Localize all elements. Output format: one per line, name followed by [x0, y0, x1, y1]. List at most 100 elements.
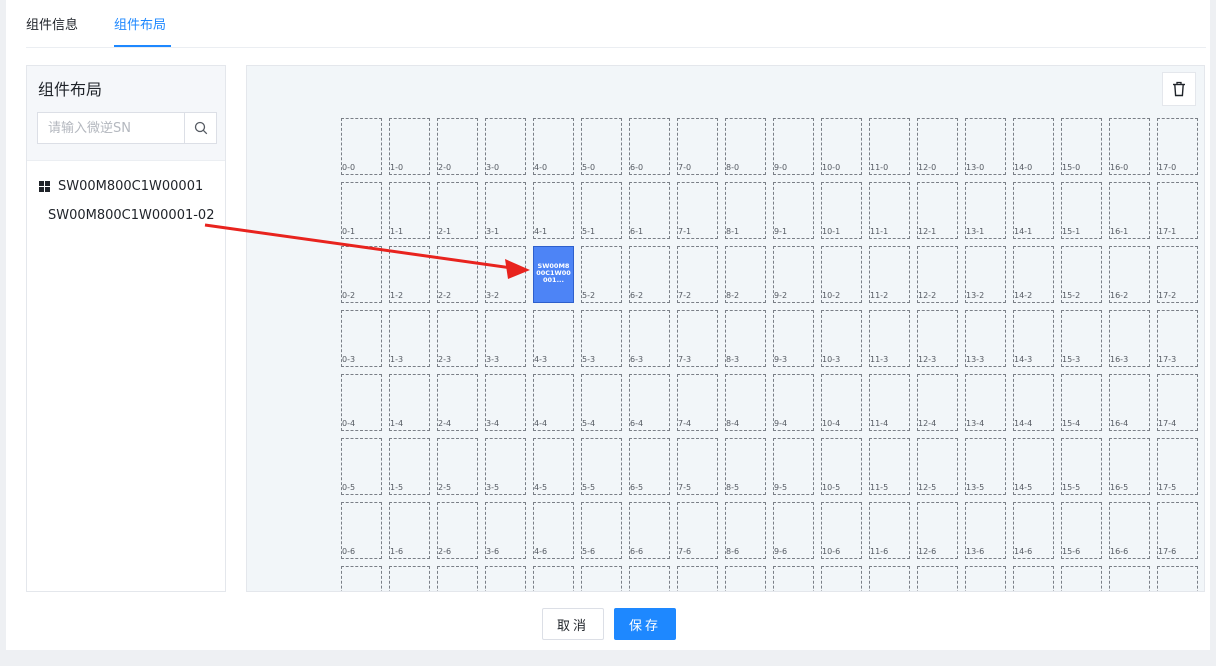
grid-slot[interactable]: 4-5	[533, 438, 574, 495]
grid-slot[interactable]: 11-6	[869, 502, 910, 559]
grid-slot[interactable]: 16-4	[1109, 374, 1150, 431]
grid-slot[interactable]: 10-7	[821, 566, 862, 591]
grid-slot[interactable]: 15-6	[1061, 502, 1102, 559]
grid-slot[interactable]: 14-4	[1013, 374, 1054, 431]
grid-slot[interactable]: 8-2	[725, 246, 766, 303]
grid-slot[interactable]: 15-7	[1061, 566, 1102, 591]
grid-slot[interactable]: 7-0	[677, 118, 718, 175]
grid-slot[interactable]: 6-4	[629, 374, 670, 431]
grid-slot[interactable]: 9-3	[773, 310, 814, 367]
grid-slot[interactable]: 12-6	[917, 502, 958, 559]
grid-slot[interactable]: 9-7	[773, 566, 814, 591]
grid-slot[interactable]: 11-0	[869, 118, 910, 175]
grid-slot[interactable]: 3-2	[485, 246, 526, 303]
grid-slot[interactable]: 3-4	[485, 374, 526, 431]
grid-slot[interactable]: 13-5	[965, 438, 1006, 495]
grid-slot[interactable]: 8-6	[725, 502, 766, 559]
grid-slot[interactable]: 14-3	[1013, 310, 1054, 367]
grid-slot[interactable]: 1-4	[389, 374, 430, 431]
grid-slot[interactable]: 7-4	[677, 374, 718, 431]
grid-slot[interactable]: 5-7	[581, 566, 622, 591]
tab-component-info[interactable]: 组件信息	[26, 16, 78, 36]
grid-slot[interactable]: 16-7	[1109, 566, 1150, 591]
grid-slot[interactable]: 12-0	[917, 118, 958, 175]
grid-slot[interactable]: 16-2	[1109, 246, 1150, 303]
grid-slot[interactable]: 6-2	[629, 246, 670, 303]
grid-slot[interactable]: 6-7	[629, 566, 670, 591]
grid-slot[interactable]: 5-6	[581, 502, 622, 559]
grid-slot[interactable]: 15-0	[1061, 118, 1102, 175]
grid-slot[interactable]: 11-3	[869, 310, 910, 367]
grid-slot[interactable]: 15-5	[1061, 438, 1102, 495]
search-button[interactable]	[184, 113, 216, 143]
grid-slot[interactable]: 3-6	[485, 502, 526, 559]
grid-slot[interactable]: 12-4	[917, 374, 958, 431]
grid-slot[interactable]: 9-6	[773, 502, 814, 559]
grid-slot[interactable]: 4-4	[533, 374, 574, 431]
grid-slot[interactable]: 3-7	[485, 566, 526, 591]
grid-slot[interactable]: 14-0	[1013, 118, 1054, 175]
grid-slot[interactable]: 4-3	[533, 310, 574, 367]
delete-button[interactable]	[1162, 72, 1196, 106]
grid-slot[interactable]: 10-1	[821, 182, 862, 239]
grid-slot[interactable]: 2-0	[437, 118, 478, 175]
grid-slot[interactable]: 17-1	[1157, 182, 1198, 239]
layout-canvas[interactable]: 0-0 1-0 2-0 3-0 4-0 5-0 6-0 7-0 8-0 9-0 10-0 11-0 12…	[246, 65, 1205, 592]
grid-slot[interactable]: 5-4	[581, 374, 622, 431]
grid-slot[interactable]: 15-2	[1061, 246, 1102, 303]
grid-slot[interactable]: 10-3	[821, 310, 862, 367]
grid-slot[interactable]: 15-3	[1061, 310, 1102, 367]
grid-slot[interactable]: 16-3	[1109, 310, 1150, 367]
grid-slot[interactable]: 9-4	[773, 374, 814, 431]
grid-slot[interactable]: 11-7	[869, 566, 910, 591]
grid-slot[interactable]: 1-1	[389, 182, 430, 239]
search-input[interactable]	[38, 113, 184, 143]
grid-slot[interactable]: 12-7	[917, 566, 958, 591]
grid-slot[interactable]: 2-5	[437, 438, 478, 495]
grid-slot[interactable]: 11-5	[869, 438, 910, 495]
grid-slot[interactable]: 13-4	[965, 374, 1006, 431]
grid-slot[interactable]: 5-1	[581, 182, 622, 239]
grid-slot[interactable]: 11-2	[869, 246, 910, 303]
grid-slot[interactable]: 5-3	[581, 310, 622, 367]
grid-slot[interactable]: 2-3	[437, 310, 478, 367]
grid-slot[interactable]: 6-0	[629, 118, 670, 175]
cancel-button[interactable]: 取消	[542, 608, 604, 640]
grid-slot[interactable]: 4-0	[533, 118, 574, 175]
placed-module[interactable]: SW00M800C1W00001...	[533, 246, 574, 303]
grid-slot[interactable]: 2-7	[437, 566, 478, 591]
grid-slot[interactable]: 17-6	[1157, 502, 1198, 559]
grid-slot[interactable]: 1-0	[389, 118, 430, 175]
grid-slot[interactable]: 12-1	[917, 182, 958, 239]
grid-slot[interactable]: 13-2	[965, 246, 1006, 303]
grid-slot[interactable]: 4-1	[533, 182, 574, 239]
grid-slot[interactable]: 2-2	[437, 246, 478, 303]
grid-slot[interactable]: 8-1	[725, 182, 766, 239]
grid-slot[interactable]: 7-7	[677, 566, 718, 591]
grid-slot[interactable]: 15-1	[1061, 182, 1102, 239]
grid-slot[interactable]: 17-0	[1157, 118, 1198, 175]
tab-component-layout[interactable]: 组件布局	[114, 16, 166, 36]
grid-slot[interactable]: 10-0	[821, 118, 862, 175]
grid-slot[interactable]: 6-5	[629, 438, 670, 495]
grid-slot[interactable]: 17-7	[1157, 566, 1198, 591]
grid-slot[interactable]: 13-3	[965, 310, 1006, 367]
grid-slot[interactable]: 17-2	[1157, 246, 1198, 303]
grid-slot[interactable]: 7-6	[677, 502, 718, 559]
grid-slot[interactable]: 0-7	[341, 566, 382, 591]
grid-slot[interactable]: 8-0	[725, 118, 766, 175]
grid-slot[interactable]: 0-4	[341, 374, 382, 431]
grid-slot[interactable]: 2-1	[437, 182, 478, 239]
grid-slot[interactable]: 8-7	[725, 566, 766, 591]
grid-slot[interactable]: 13-7	[965, 566, 1006, 591]
grid-slot[interactable]: 2-4	[437, 374, 478, 431]
grid-slot[interactable]: 12-2	[917, 246, 958, 303]
grid-slot[interactable]: 1-3	[389, 310, 430, 367]
grid-slot[interactable]: 4-7	[533, 566, 574, 591]
grid-slot[interactable]: 0-2	[341, 246, 382, 303]
grid-slot[interactable]: 6-6	[629, 502, 670, 559]
grid-slot[interactable]: 10-5	[821, 438, 862, 495]
grid-slot[interactable]: 1-7	[389, 566, 430, 591]
grid-slot[interactable]: 6-3	[629, 310, 670, 367]
grid-slot[interactable]: 0-0	[341, 118, 382, 175]
